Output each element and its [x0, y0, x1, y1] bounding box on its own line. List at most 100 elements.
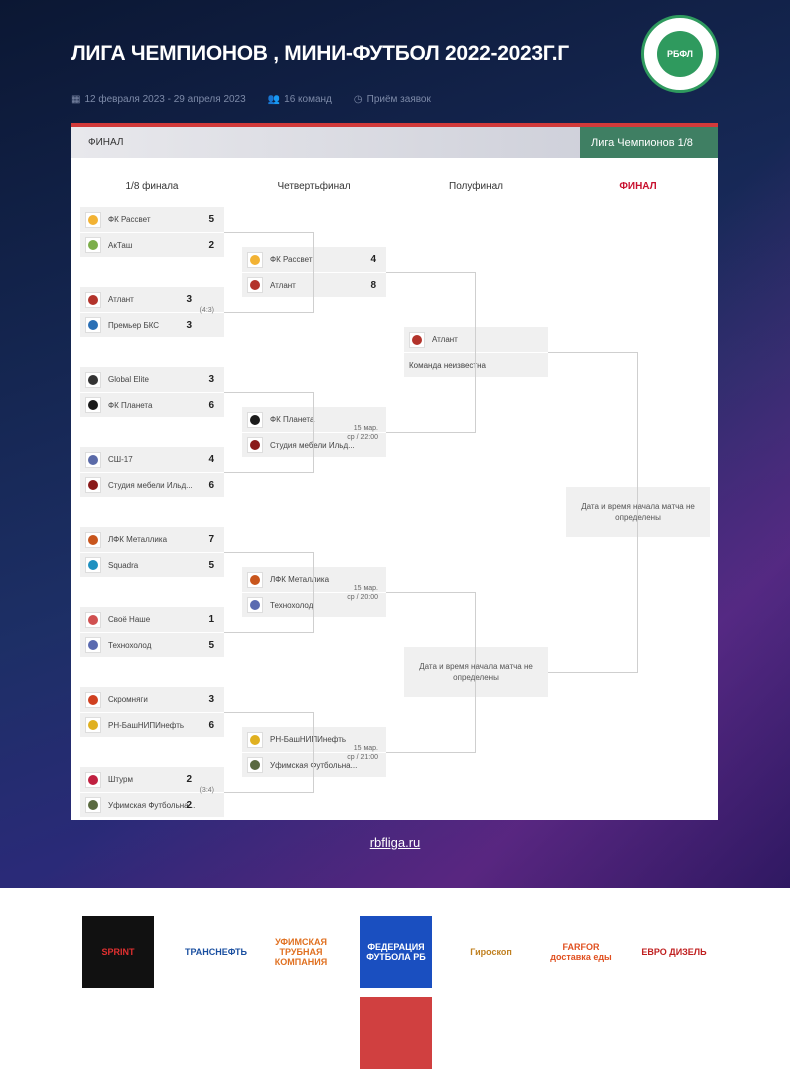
- sponsor-logo[interactable]: SPRINT: [82, 916, 154, 988]
- team-score: 6: [208, 399, 214, 411]
- match[interactable]: Дата и время начала матча не определены: [404, 647, 548, 697]
- team-logo: [85, 717, 101, 733]
- penalty-score: (4:3): [199, 307, 214, 314]
- team-row[interactable]: СШ-17 4: [80, 447, 224, 472]
- connector-line: [475, 272, 476, 433]
- match[interactable]: Скромняги 3 РН-БашНИПИнефть 6: [80, 687, 224, 737]
- team-score: 3: [208, 374, 214, 385]
- team-name: АкТаш: [108, 240, 133, 250]
- team-logo: [247, 571, 263, 588]
- team-logo-icon: [250, 254, 260, 265]
- bracket-card: ФИНАЛ Лига Чемпионов 1/8 1/8 финала Четве…: [71, 123, 718, 820]
- status: ◷ Приём заявок: [353, 94, 431, 105]
- team-logo-icon: [250, 600, 260, 610]
- team-row[interactable]: Команда неизвестна: [404, 352, 548, 377]
- dates: ▦ 12 февраля 2023 - 29 апреля 2023: [71, 94, 246, 105]
- match[interactable]: РН-БашНИПИнефть Уфимская Футбольна... 15 м…: [242, 727, 386, 777]
- match[interactable]: ФК ПланетаСтудия мебели Ильд...15 мар.ср…: [242, 407, 386, 457]
- team-name: Технохолод: [270, 600, 314, 610]
- team-logo: [85, 771, 101, 788]
- team-row[interactable]: ФК Планета 6: [80, 392, 224, 417]
- league-logo[interactable]: РБФЛ: [641, 15, 719, 93]
- match[interactable]: Атлант Команда неизвестна: [404, 327, 548, 377]
- round-heading: 1/8 финала: [125, 181, 179, 192]
- team-row[interactable]: РН-БашНИПИнефть 6: [80, 712, 224, 737]
- team-logo-icon: [88, 774, 98, 785]
- hero-background: ЛИГА ЧЕМПИОНОВ , МИНИ-ФУТБОЛ 2022-2023Г.…: [0, 0, 790, 888]
- team-logo-icon: [250, 734, 260, 745]
- team-row[interactable]: ЛФК Металлика 7: [80, 527, 224, 552]
- site-link[interactable]: rbfliga.ru: [0, 835, 790, 850]
- team-row[interactable]: Скромняги 3: [80, 687, 224, 712]
- team-logo: [85, 291, 101, 308]
- league-logo-mark: РБФЛ: [657, 31, 703, 77]
- team-score: 3: [186, 294, 192, 305]
- match[interactable]: ФК Рассвет 4 Атлант 8: [242, 247, 386, 297]
- team-logo-icon: [250, 280, 260, 290]
- match[interactable]: Атлант 3 Премьер БКС 3 (4:3): [80, 287, 224, 337]
- match[interactable]: Своё Наше 1 Технохолод 5: [80, 607, 224, 657]
- team-row[interactable]: Своё Наше 1: [80, 607, 224, 632]
- match[interactable]: ФК Рассвет 5 АкТаш 2: [80, 207, 224, 257]
- match[interactable]: Global Elite 3 ФК Планета 6: [80, 367, 224, 417]
- sponsor-logo[interactable]: [360, 997, 432, 1069]
- connector-line: [224, 792, 313, 793]
- team-row[interactable]: Squadra 5: [80, 552, 224, 577]
- users-icon: 👥: [267, 94, 281, 105]
- connector-line: [386, 592, 475, 593]
- team-row[interactable]: ФК Рассвет 4: [242, 247, 386, 272]
- team-row[interactable]: Атлант 8: [242, 272, 386, 297]
- team-logo-icon: [88, 214, 98, 225]
- connector-line: [386, 752, 475, 753]
- team-row[interactable]: ФК Рассвет 5: [80, 207, 224, 232]
- penalty-score: (3:4): [199, 787, 214, 794]
- sponsor-logo[interactable]: ЕВРО ДИЗЕЛЬ: [638, 916, 710, 988]
- team-row[interactable]: Global Elite 3: [80, 367, 224, 392]
- team-name: ЛФК Металлика: [270, 575, 330, 584]
- match[interactable]: ЛФК Металлика Технохолод 15 мар. ср / 20:00: [242, 567, 386, 617]
- tournament-meta: ▦ 12 февраля 2023 - 29 апреля 2023 👥 16 ко…: [71, 94, 431, 105]
- teams-count: 👥 16 команд: [267, 94, 332, 105]
- team-score: 4: [208, 454, 214, 465]
- team-name: ЛФК Металлика: [108, 535, 168, 544]
- match[interactable]: СШ-17 4 Студия мебели Ильд... 6: [80, 447, 224, 497]
- team-logo: [85, 317, 101, 333]
- team-score: 5: [208, 214, 214, 225]
- match[interactable]: ЛФК Металлика 7 Squadra 5: [80, 527, 224, 577]
- tab-champions-league[interactable]: Лига Чемпионов 1/8: [580, 127, 718, 158]
- team-logo-icon: [88, 614, 98, 625]
- match-date: 15 мар.: [353, 425, 378, 432]
- sponsor-logo[interactable]: УФИМСКАЯ ТРУБНАЯ КОМПАНИЯ: [265, 916, 337, 988]
- team-name: Штурм: [108, 775, 133, 784]
- connector-line: [224, 312, 313, 313]
- team-row[interactable]: Премьер БКС 3: [80, 312, 224, 337]
- team-row[interactable]: Уфимская Футбольна... 2: [80, 792, 224, 817]
- team-row[interactable]: Студия мебели Ильд... 6: [80, 472, 224, 497]
- team-logo: [85, 397, 101, 413]
- team-row[interactable]: Технохолод 5: [80, 632, 224, 657]
- sponsor-logo[interactable]: ТРАНСНЕФТЬ: [180, 916, 252, 988]
- team-row[interactable]: Атлант: [404, 327, 548, 352]
- team-name: ФК Планета: [108, 400, 153, 410]
- match[interactable]: Штурм 2 Уфимская Футбольна... 2 (3:4): [80, 767, 224, 817]
- team-logo: [247, 411, 263, 428]
- team-row[interactable]: АкТаш 2: [80, 232, 224, 257]
- bracket-header: ФИНАЛ Лига Чемпионов 1/8: [71, 127, 718, 158]
- sponsor-logo[interactable]: ФЕДЕРАЦИЯ ФУТБОЛА РБ: [360, 916, 432, 988]
- sponsor-logo[interactable]: Гироскоп: [455, 916, 527, 988]
- team-logo-icon: [88, 560, 98, 570]
- team-logo: [85, 797, 101, 813]
- match[interactable]: Дата и время начала матча не определены: [566, 487, 710, 537]
- team-score: 2: [208, 239, 214, 251]
- team-name: Squadra: [108, 560, 139, 570]
- team-score: 5: [208, 559, 214, 571]
- team-name: ФК Рассвет: [270, 255, 313, 264]
- team-name: РН-БашНИПИнефть: [108, 720, 185, 730]
- team-logo-icon: [88, 720, 98, 730]
- connector-line: [224, 712, 313, 713]
- sponsor-logo[interactable]: FARFOR доставка еды: [545, 916, 617, 988]
- team-logo-icon: [250, 760, 260, 770]
- clock-icon: ◷: [353, 94, 363, 105]
- connector-line: [313, 232, 314, 313]
- team-logo: [85, 371, 101, 388]
